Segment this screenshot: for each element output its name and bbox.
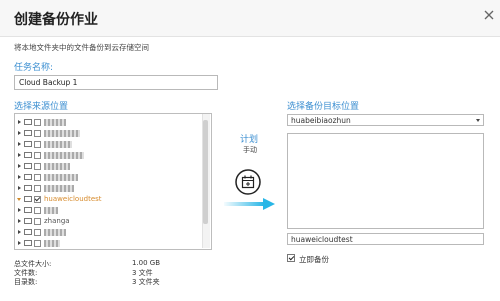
tree-checkbox[interactable]	[34, 130, 41, 137]
right-arrow-icon	[224, 198, 275, 210]
close-icon[interactable]	[482, 8, 496, 22]
immediate-backup-label[interactable]: 立即备份	[299, 254, 329, 265]
folder-icon	[24, 163, 32, 169]
tree-row-label: zhanga	[44, 217, 70, 225]
folder-icon	[24, 196, 32, 202]
schedule-mode: 手动	[243, 146, 257, 154]
tree-scrollbar-thumb[interactable]	[203, 120, 208, 224]
dialog-title: 创建备份作业	[14, 12, 98, 28]
expand-right-icon[interactable]	[18, 164, 21, 168]
expand-down-icon[interactable]	[17, 198, 21, 201]
tree-checkbox[interactable]	[34, 185, 41, 192]
redacted-folder-name	[44, 130, 80, 137]
expand-right-icon[interactable]	[18, 131, 21, 135]
bucket-select-value: huabeibiaozhun	[291, 116, 351, 125]
tree-checkbox[interactable]	[34, 196, 41, 203]
tree-checkbox[interactable]	[34, 240, 41, 247]
tree-row[interactable]	[15, 139, 201, 150]
tree-row[interactable]	[15, 205, 201, 216]
redacted-folder-name	[44, 119, 66, 126]
folder-icon	[24, 229, 32, 235]
tree-row[interactable]	[15, 227, 201, 238]
redacted-folder-name	[44, 207, 58, 214]
folder-count-label: 目录数:	[14, 278, 38, 286]
destination-path-field[interactable]: huaweicloudtest	[287, 233, 484, 245]
tree-row[interactable]: huaweicloudtest	[15, 194, 201, 205]
expand-right-icon[interactable]	[18, 219, 21, 223]
task-name-label: 任务名称:	[14, 63, 54, 73]
schedule-label[interactable]: 计划	[240, 132, 258, 145]
folder-icon	[24, 185, 32, 191]
folder-icon	[24, 174, 32, 180]
immediate-backup-checkbox[interactable]	[287, 254, 295, 262]
expand-right-icon[interactable]	[18, 186, 21, 190]
expand-right-icon[interactable]	[18, 208, 21, 212]
tree-row[interactable]: zhanga	[15, 216, 201, 227]
expand-right-icon[interactable]	[18, 241, 21, 245]
folder-icon	[24, 218, 32, 224]
expand-right-icon[interactable]	[18, 153, 21, 157]
redacted-folder-name	[44, 152, 84, 159]
redacted-folder-name	[44, 229, 66, 236]
tree-row[interactable]	[15, 161, 201, 172]
source-location-label: 选择来源位置	[14, 102, 69, 112]
calendar-schedule-icon[interactable]	[235, 169, 261, 195]
tree-checkbox[interactable]	[34, 174, 41, 181]
dialog-description: 将本地文件夹中的文件备份到云存储空间	[14, 43, 149, 52]
folder-count-value: 3 文件夹	[132, 278, 160, 286]
redacted-folder-name	[44, 141, 72, 148]
bucket-select[interactable]: huabeibiaozhun	[287, 114, 484, 126]
destination-label: 选择备份目标位置	[287, 102, 360, 112]
folder-icon	[24, 207, 32, 213]
expand-right-icon[interactable]	[18, 230, 21, 234]
tree-row[interactable]	[15, 150, 201, 161]
tree-checkbox[interactable]	[34, 207, 41, 214]
tree-row[interactable]	[15, 128, 201, 139]
tree-row[interactable]	[15, 172, 201, 183]
folder-icon	[24, 119, 32, 125]
tree-checkbox[interactable]	[34, 152, 41, 159]
expand-right-icon[interactable]	[18, 175, 21, 179]
folder-icon	[24, 152, 32, 158]
source-folder-tree[interactable]: huaweicloudtest zhanga	[14, 113, 212, 250]
redacted-folder-name	[44, 240, 60, 247]
tree-row[interactable]	[15, 117, 201, 128]
folder-icon	[24, 141, 32, 147]
expand-right-icon[interactable]	[18, 142, 21, 146]
redacted-folder-name	[44, 185, 74, 192]
folder-icon	[24, 240, 32, 246]
tree-checkbox[interactable]	[34, 119, 41, 126]
destination-folder-tree[interactable]	[287, 133, 484, 229]
folder-icon	[24, 130, 32, 136]
redacted-folder-name	[44, 174, 78, 181]
tree-row[interactable]	[15, 183, 201, 194]
tree-row-label: huaweicloudtest	[44, 195, 102, 203]
total-size-value: 1.00 GB	[132, 259, 161, 267]
redacted-folder-name	[44, 163, 70, 170]
expand-right-icon[interactable]	[18, 120, 21, 124]
tree-row[interactable]	[15, 238, 201, 249]
tree-checkbox[interactable]	[34, 163, 41, 170]
chevron-down-icon	[476, 119, 480, 122]
tree-checkbox[interactable]	[34, 218, 41, 225]
tree-checkbox[interactable]	[34, 229, 41, 236]
tree-checkbox[interactable]	[34, 141, 41, 148]
task-name-input[interactable]	[14, 75, 218, 90]
